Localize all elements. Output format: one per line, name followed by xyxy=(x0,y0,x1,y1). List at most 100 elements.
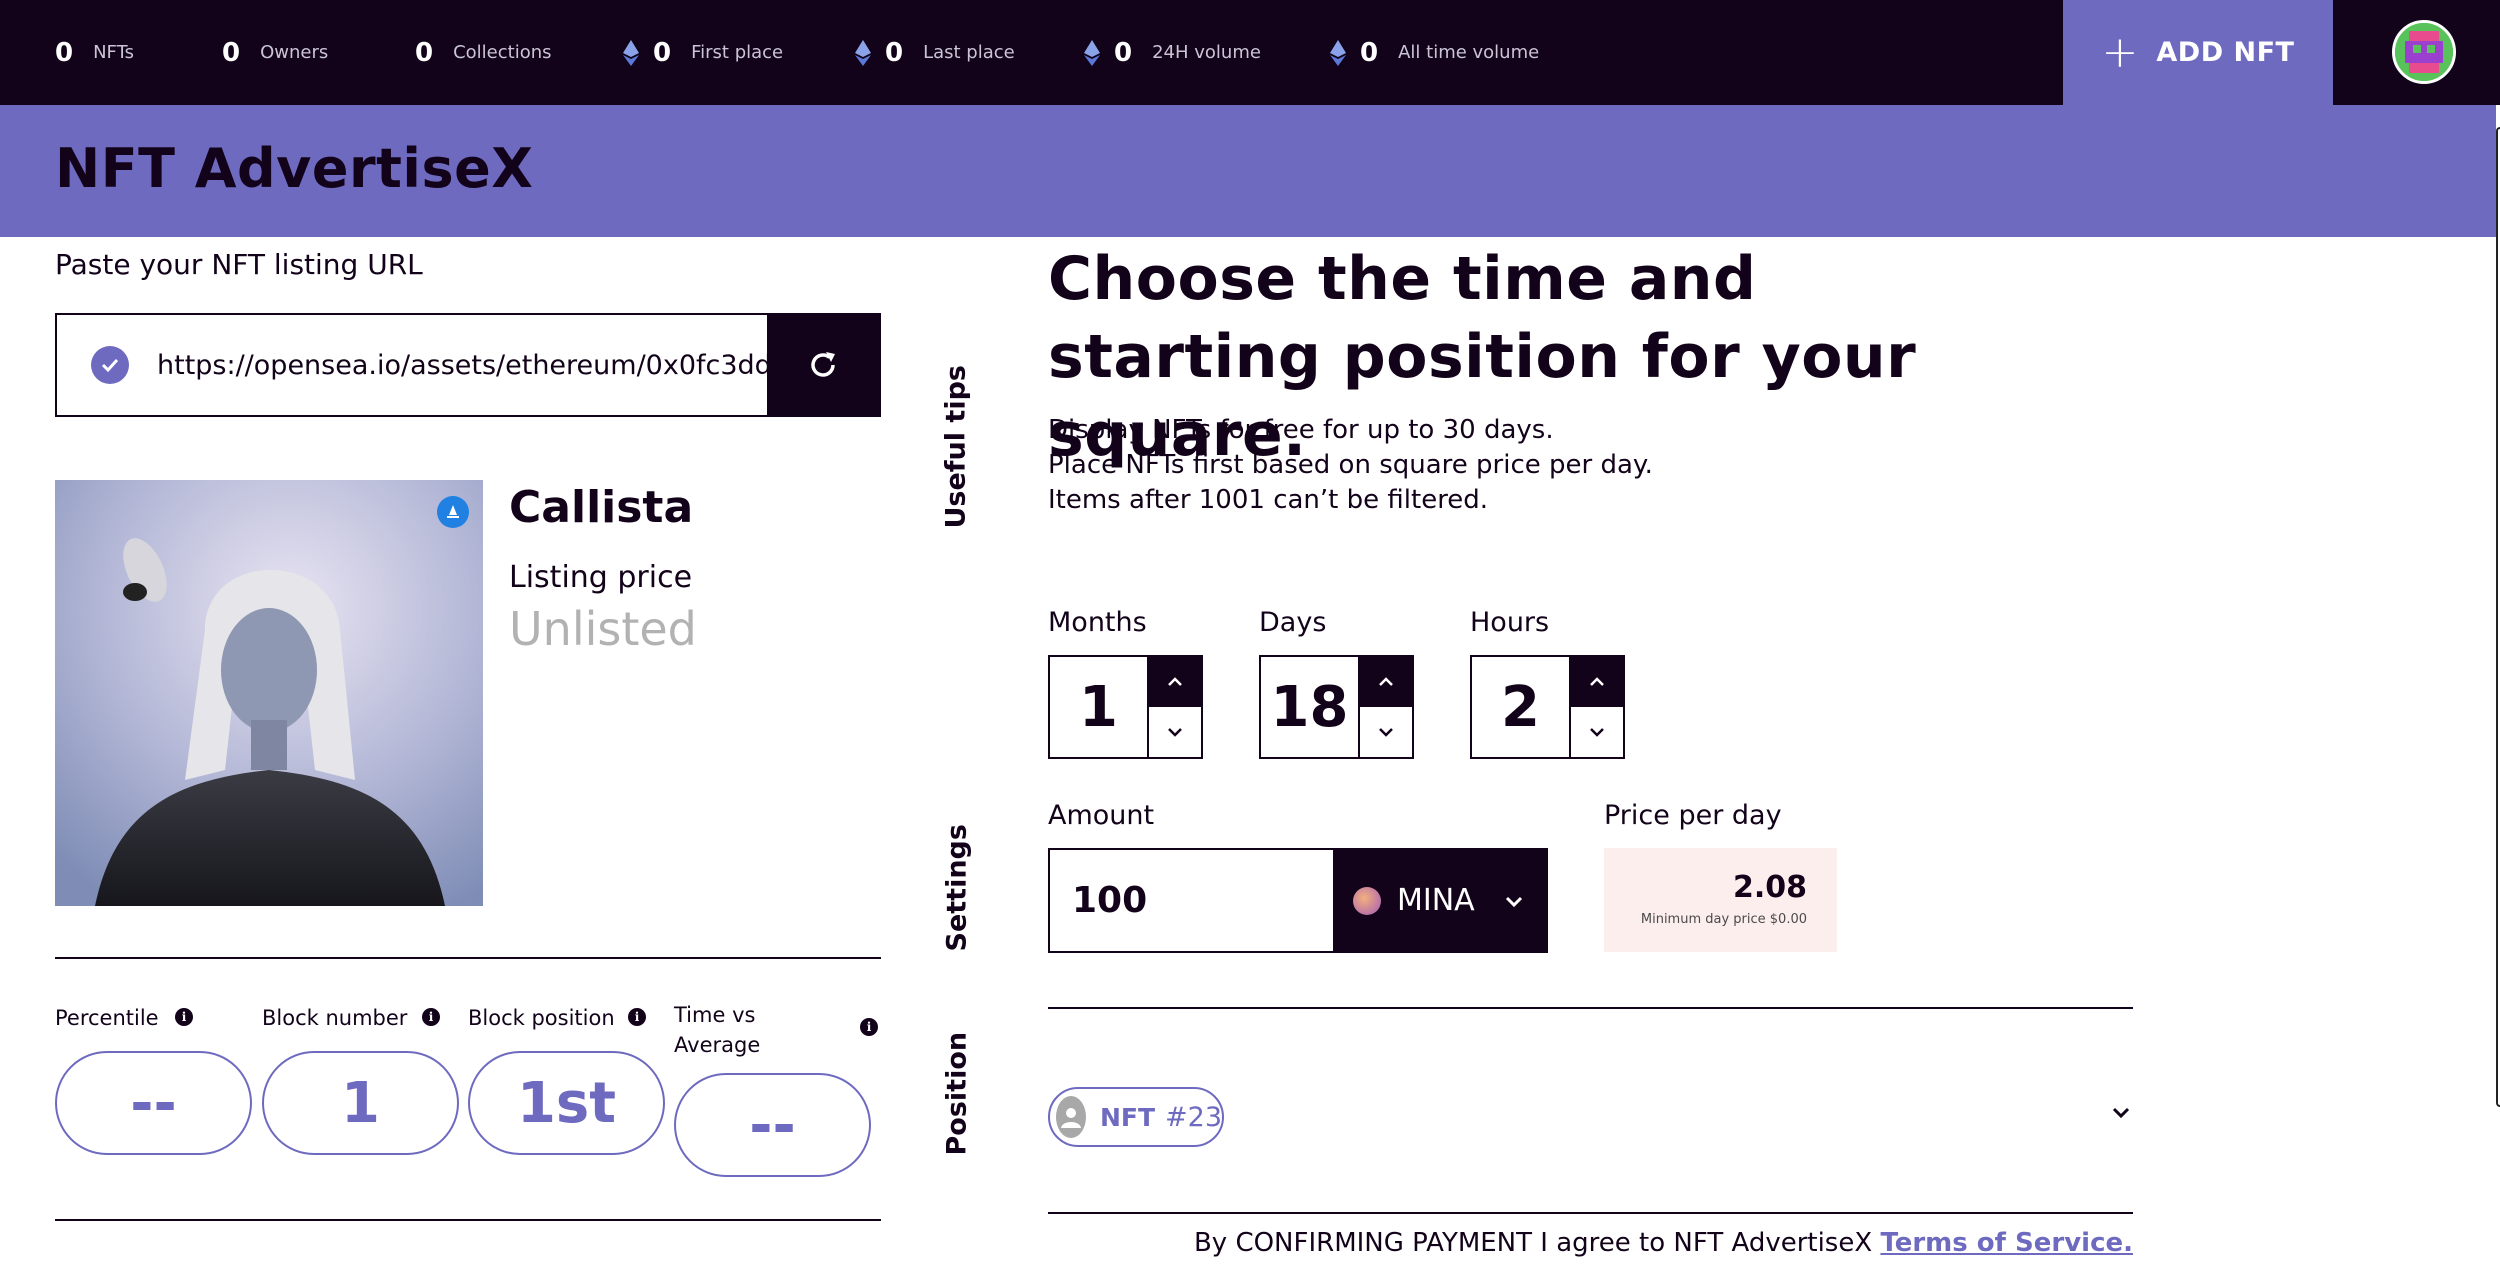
days-decrement-button[interactable] xyxy=(1360,707,1412,757)
stat-value: 0 xyxy=(55,37,74,68)
chevron-down-icon[interactable] xyxy=(2110,1105,2132,1119)
stat-value: 0 xyxy=(1114,37,1133,68)
chevron-down-icon xyxy=(1168,728,1182,737)
metric-block-number: 1 xyxy=(262,1051,459,1155)
page-header: NFT AdvertiseX xyxy=(0,105,2496,237)
ethereum-icon xyxy=(1084,39,1100,66)
chevron-down-icon xyxy=(1590,728,1604,737)
hours-stepper: 2 xyxy=(1470,655,1625,759)
ethereum-icon xyxy=(623,39,639,66)
section-label-settings: Settings xyxy=(941,824,973,952)
tip-item: Items after 1001 can’t be filtered. xyxy=(1048,485,1489,515)
stat-label: Last place xyxy=(923,42,1015,63)
stat-value: 0 xyxy=(653,37,672,68)
metric-label-block-position: Block position xyxy=(468,1006,615,1030)
hours-decrement-button[interactable] xyxy=(1571,707,1623,757)
add-nft-label: ADD NFT xyxy=(2156,37,2295,68)
nft-image xyxy=(55,480,483,906)
ethereum-icon xyxy=(855,39,871,66)
tips-list: Display NFTs for free for up to 30 days.… xyxy=(1048,413,1653,518)
stat-last-place: 0 Last place xyxy=(855,0,1015,105)
divider xyxy=(55,957,881,959)
stat-value: 0 xyxy=(1360,37,1379,68)
tip-item: Place NFTs first based on square price p… xyxy=(1048,450,1653,480)
chevron-up-icon xyxy=(1590,677,1604,686)
metric-label-time-vs-average: Time vs Average xyxy=(674,1003,761,1057)
chevron-down-icon xyxy=(1505,896,1523,907)
days-label: Days xyxy=(1259,607,1327,638)
ethereum-icon xyxy=(1330,39,1346,66)
amount-input[interactable]: 100 xyxy=(1050,850,1333,951)
days-increment-button[interactable] xyxy=(1360,657,1412,707)
currency-label: MINA xyxy=(1397,883,1475,918)
months-stepper: 1 xyxy=(1048,655,1203,759)
refresh-icon xyxy=(811,352,835,377)
side-panel-edge xyxy=(2496,127,2500,1107)
chip-label: NFT xyxy=(1099,1102,1156,1132)
amount-label: Amount xyxy=(1048,800,1155,831)
user-icon xyxy=(1056,1096,1086,1138)
stat-value: 0 xyxy=(885,37,904,68)
stat-label: 24H volume xyxy=(1152,42,1261,63)
metric-time-vs-average: -- xyxy=(674,1073,871,1177)
months-increment-button[interactable] xyxy=(1149,657,1201,707)
info-icon[interactable]: i xyxy=(175,1008,193,1026)
listing-price-label: Listing price xyxy=(509,560,693,595)
info-icon[interactable]: i xyxy=(860,1018,878,1036)
page-title: NFT AdvertiseX xyxy=(55,137,534,200)
tip-item: Display NFTs for free for up to 30 days. xyxy=(1048,415,1554,445)
stat-all-time-volume: 0 All time volume xyxy=(1330,0,1539,105)
opensea-icon xyxy=(437,496,469,528)
amount-field: 100 MINA xyxy=(1048,848,1548,953)
months-label: Months xyxy=(1048,607,1147,638)
months-value[interactable]: 1 xyxy=(1050,657,1147,757)
price-per-day-box: 2.08 Minimum day price $0.00 xyxy=(1604,848,1837,952)
terms-of-service-link[interactable]: Terms of Service. xyxy=(1880,1228,2133,1258)
listing-price-value: Unlisted xyxy=(509,602,697,656)
stat-owners: 0 Owners xyxy=(222,0,328,105)
check-icon xyxy=(91,346,129,384)
info-icon[interactable]: i xyxy=(628,1008,646,1026)
divider xyxy=(1048,1212,2133,1214)
metric-label-percentile: Percentile xyxy=(55,1006,159,1030)
url-input[interactable] xyxy=(157,349,767,381)
stat-24h-volume: 0 24H volume xyxy=(1084,0,1261,105)
refresh-button[interactable] xyxy=(767,315,879,415)
hours-increment-button[interactable] xyxy=(1571,657,1623,707)
section-label-useful-tips: Useful tips xyxy=(940,365,972,529)
avatar-pixel-icon xyxy=(2395,23,2453,81)
stat-label: All time volume xyxy=(1398,42,1540,63)
chevron-up-icon xyxy=(1168,677,1182,686)
url-field xyxy=(55,313,881,417)
days-stepper: 18 xyxy=(1259,655,1414,759)
stats-bar: 0 NFTs 0 Owners 0 Collections 0 First pl… xyxy=(0,0,2500,105)
hours-label: Hours xyxy=(1470,607,1550,638)
stat-first-place: 0 First place xyxy=(623,0,783,105)
minimum-day-price: Minimum day price $0.00 xyxy=(1640,912,1807,927)
stat-value: 0 xyxy=(222,37,241,68)
position-nft-chip[interactable]: NFT #23 xyxy=(1048,1087,1224,1147)
divider xyxy=(1048,1007,2133,1009)
nft-name: Callista xyxy=(509,482,694,533)
add-nft-button[interactable]: + ADD NFT xyxy=(2063,0,2333,105)
stat-label: Owners xyxy=(260,42,329,63)
chevron-up-icon xyxy=(1379,677,1393,686)
months-decrement-button[interactable] xyxy=(1149,707,1201,757)
hours-value[interactable]: 2 xyxy=(1472,657,1569,757)
days-value[interactable]: 18 xyxy=(1261,657,1358,757)
info-icon[interactable]: i xyxy=(422,1008,440,1026)
currency-select[interactable]: MINA xyxy=(1333,850,1546,951)
metric-percentile: -- xyxy=(55,1051,252,1155)
stat-label: NFTs xyxy=(93,42,134,63)
metric-label-block-number: Block number xyxy=(262,1006,408,1030)
mina-token-icon xyxy=(1353,886,1381,915)
stat-collections: 0 Collections xyxy=(415,0,552,105)
chevron-down-icon xyxy=(1379,728,1393,737)
stat-nfts: 0 NFTs xyxy=(55,0,134,105)
terms-statement: By CONFIRMING PAYMENT I agree to NFT Adv… xyxy=(1193,1228,1881,1258)
user-avatar[interactable] xyxy=(2392,20,2456,84)
chip-number: #23 xyxy=(1165,1101,1222,1133)
terms-text: By CONFIRMING PAYMENT I agree to NFT Adv… xyxy=(1048,1228,2133,1258)
nft-portrait xyxy=(55,480,483,906)
stat-label: Collections xyxy=(453,42,552,63)
